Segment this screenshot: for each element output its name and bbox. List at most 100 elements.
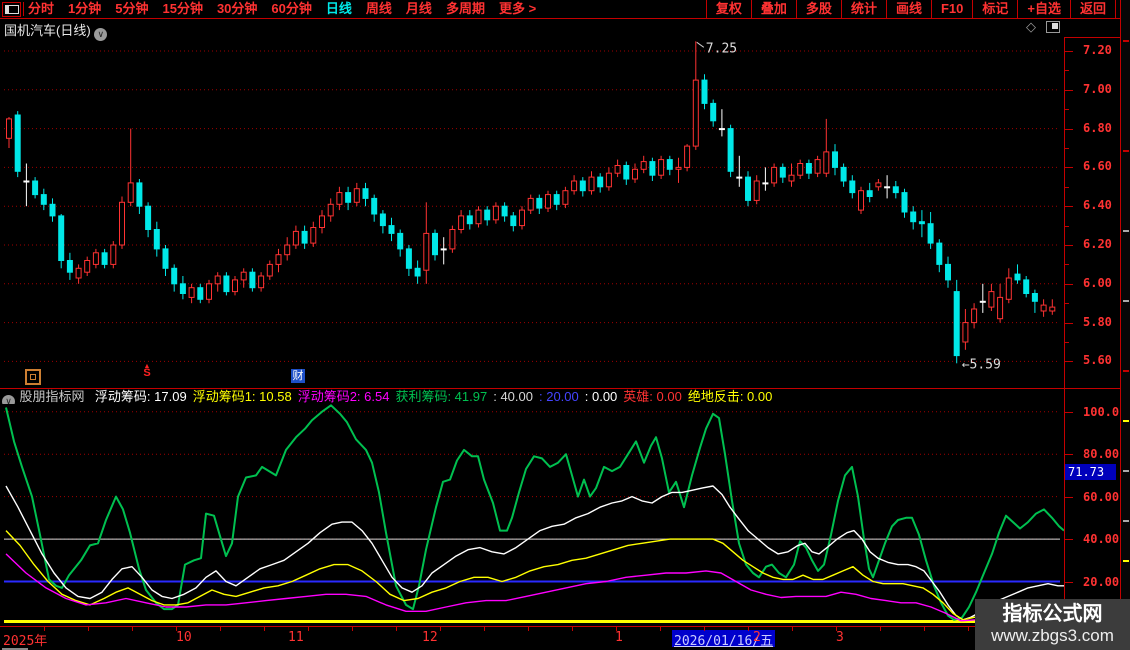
price-axis-tick	[1065, 323, 1073, 324]
tool-item-2[interactable]: 多股	[796, 0, 841, 18]
price-axis-tick	[1065, 226, 1069, 227]
candle	[389, 226, 394, 234]
collapsed-panel-strip[interactable]	[1120, 0, 1130, 650]
candle	[285, 245, 290, 255]
date-axis-tick	[924, 627, 925, 631]
candle	[102, 253, 107, 265]
price-axis-label: 6.80	[1083, 121, 1112, 135]
candle	[937, 243, 942, 264]
menu-item-3[interactable]: 15分钟	[162, 0, 202, 18]
report-marker-icon[interactable]: 财	[291, 369, 305, 383]
candle	[572, 181, 577, 191]
candle	[207, 284, 212, 300]
candle	[693, 80, 698, 146]
candle	[259, 276, 264, 288]
price-axis-tick	[1065, 148, 1069, 149]
price-axis-tick	[1065, 342, 1069, 343]
date-axis-tick	[176, 627, 177, 631]
candle	[346, 193, 351, 203]
price-axis-tick	[1065, 129, 1073, 130]
price-axis-tick	[1065, 206, 1073, 207]
tool-item-5[interactable]: F10	[931, 0, 972, 18]
candle	[615, 166, 620, 174]
tool-item-1[interactable]: 叠加	[751, 0, 796, 18]
price-axis-label: 7.00	[1083, 82, 1112, 96]
candle	[224, 276, 229, 292]
candle	[641, 162, 646, 170]
candle	[198, 288, 203, 300]
window-icon	[5, 5, 19, 14]
menu-item-0[interactable]: 分时	[28, 0, 54, 18]
candle	[563, 191, 568, 205]
watermark: 指标公式网 www.zbgs3.com	[975, 599, 1130, 650]
diamond-marker-icon[interactable]: ◇	[1026, 19, 1036, 35]
date-axis-label: 2	[753, 630, 761, 645]
date-axis-tick	[748, 627, 749, 631]
tool-item-0[interactable]: 复权	[706, 0, 751, 18]
indicator-value-0: 浮动筹码: 17.09	[95, 389, 187, 404]
tool-item-3[interactable]: 统计	[841, 0, 886, 18]
date-axis-tick	[616, 627, 617, 631]
panel-toggle-icon[interactable]	[1046, 21, 1060, 33]
indicator-header: ∨ 股朋指标网 浮动筹码: 17.09浮动筹码1: 10.58浮动筹码2: 6.…	[2, 389, 1062, 404]
candle	[146, 206, 151, 229]
dividend-marker-icon[interactable]: ▲S	[141, 364, 153, 378]
indicator-value-6: : 0.00	[585, 389, 618, 404]
date-axis-tick	[132, 627, 133, 631]
menu-item-2[interactable]: 5分钟	[115, 0, 148, 18]
candle	[833, 152, 838, 168]
candle	[433, 233, 438, 254]
candle	[1032, 294, 1037, 302]
candle	[1041, 305, 1046, 311]
candle	[311, 228, 316, 244]
symbol-row: 国机汽车(日线) ∨ ◇	[0, 19, 1130, 36]
menu-item-4[interactable]: 30分钟	[217, 0, 257, 18]
price-axis-tick	[1065, 264, 1069, 265]
menu-item-6[interactable]: 日线	[326, 0, 352, 18]
app-menu-icon[interactable]	[2, 2, 21, 17]
tool-item-6[interactable]: 标记	[972, 0, 1017, 18]
tool-item-8[interactable]: 返回	[1070, 0, 1116, 18]
menu-item-10[interactable]: 更多 >	[499, 0, 536, 18]
candle	[76, 268, 81, 278]
announcement-marker-icon[interactable]	[25, 369, 41, 385]
candle	[763, 183, 768, 184]
tool-item-4[interactable]: 画线	[886, 0, 931, 18]
indicator-chart[interactable]	[2, 389, 1064, 625]
candle	[737, 177, 742, 178]
date-axis-tick	[352, 627, 353, 631]
candle	[163, 249, 168, 268]
candle	[667, 160, 672, 170]
candle	[493, 206, 498, 220]
menu-item-1[interactable]: 1分钟	[68, 0, 101, 18]
candle	[502, 206, 507, 216]
menu-item-8[interactable]: 月线	[406, 0, 432, 18]
menu-item-9[interactable]: 多周期	[446, 0, 485, 18]
candle	[24, 181, 29, 182]
candle	[1024, 280, 1029, 294]
candle	[876, 183, 881, 187]
price-axis-label: 5.60	[1083, 353, 1112, 367]
indicator-value-5: : 20.00	[539, 389, 579, 404]
candle	[685, 146, 690, 167]
date-axis[interactable]: 2025年10111212026/01/16/五23	[0, 626, 1120, 648]
price-axis-label: 6.20	[1083, 237, 1112, 251]
price-axis-label: 5.80	[1083, 315, 1112, 329]
candle	[902, 193, 907, 212]
candlestick-chart[interactable]: 7.25←5.59	[2, 37, 1064, 379]
candle	[606, 173, 611, 187]
candle	[459, 216, 464, 230]
tool-item-7[interactable]: +自选	[1017, 0, 1070, 18]
candle	[441, 249, 446, 250]
indicator-collapse-icon[interactable]: ∨	[2, 395, 15, 404]
menu-item-7[interactable]: 周线	[366, 0, 392, 18]
candle	[772, 167, 777, 183]
candle	[537, 198, 542, 208]
candle	[580, 181, 585, 191]
candle	[476, 210, 481, 224]
candle	[354, 189, 359, 203]
date-axis-tick	[396, 627, 397, 631]
candle	[520, 210, 525, 226]
menu-item-5[interactable]: 60分钟	[271, 0, 311, 18]
candle	[485, 210, 490, 220]
